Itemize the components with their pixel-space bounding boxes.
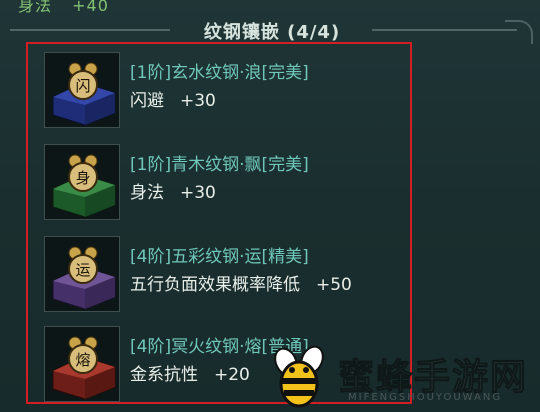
gem-4-stat: 金系抗性 +20 <box>130 360 250 385</box>
title-ornament <box>505 20 533 44</box>
gem-1-stat-value: +30 <box>180 91 216 111</box>
gem-3-stat-label: 五行负面效果概率降低 <box>130 275 300 295</box>
gem-2-glyph: 身 <box>75 169 90 187</box>
gem-slot-2[interactable]: 身 [1阶]青木纹钢·飘[完美] 身法 +30 <box>44 144 404 224</box>
gem-1-stat: 闪避 +30 <box>130 86 216 111</box>
gem-3-stat: 五行负面效果概率降低 +50 <box>130 270 352 295</box>
gem-slot-3[interactable]: 运 [4阶]五彩纹钢·运[精美] 五行负面效果概率降低 +50 <box>44 236 404 316</box>
watermark-subtext: MIFENGSHOUYOUWANG <box>348 392 503 403</box>
title-divider-right <box>372 29 517 31</box>
gem-4-icon[interactable]: 熔 <box>44 326 120 402</box>
gem-2-icon[interactable]: 身 <box>44 144 120 220</box>
gem-3-stat-value: +50 <box>316 275 352 295</box>
gem-1-name: [1阶]玄水纹钢·浪[完美] <box>130 63 309 83</box>
bee-logo-icon <box>274 345 324 408</box>
section-title: 纹钢镶嵌 (4/4) <box>203 22 341 43</box>
title-divider-left <box>10 29 170 31</box>
watermark: 蜜蜂手游网 MIFENGSHOUYOUWANG <box>262 340 540 412</box>
gem-inlay-panel: 身法 +40 纹钢镶嵌 (4/4) 闪 [1阶]玄水纹钢·浪[完美] 闪避 +30 <box>0 0 540 412</box>
gem-slot-1[interactable]: 闪 [1阶]玄水纹钢·浪[完美] 闪避 +30 <box>44 52 404 132</box>
gem-3-glyph: 运 <box>75 261 90 279</box>
gem-4-stat-label: 金系抗性 <box>130 365 198 385</box>
gem-1-glyph: 闪 <box>75 77 90 95</box>
gem-2-name: [1阶]青木纹钢·飘[完美] <box>130 155 309 175</box>
gem-4-stat-value: +20 <box>214 365 250 385</box>
gem-4-glyph: 熔 <box>75 351 90 369</box>
gem-1-icon[interactable]: 闪 <box>44 52 120 128</box>
gem-2-stat: 身法 +30 <box>130 178 216 203</box>
gem-2-stat-value: +30 <box>180 183 216 203</box>
gem-3-icon[interactable]: 运 <box>44 236 120 312</box>
gem-1-stat-label: 闪避 <box>130 91 164 111</box>
gem-2-stat-label: 身法 <box>130 183 164 203</box>
gem-3-name: [4阶]五彩纹钢·运[精美] <box>130 247 309 267</box>
